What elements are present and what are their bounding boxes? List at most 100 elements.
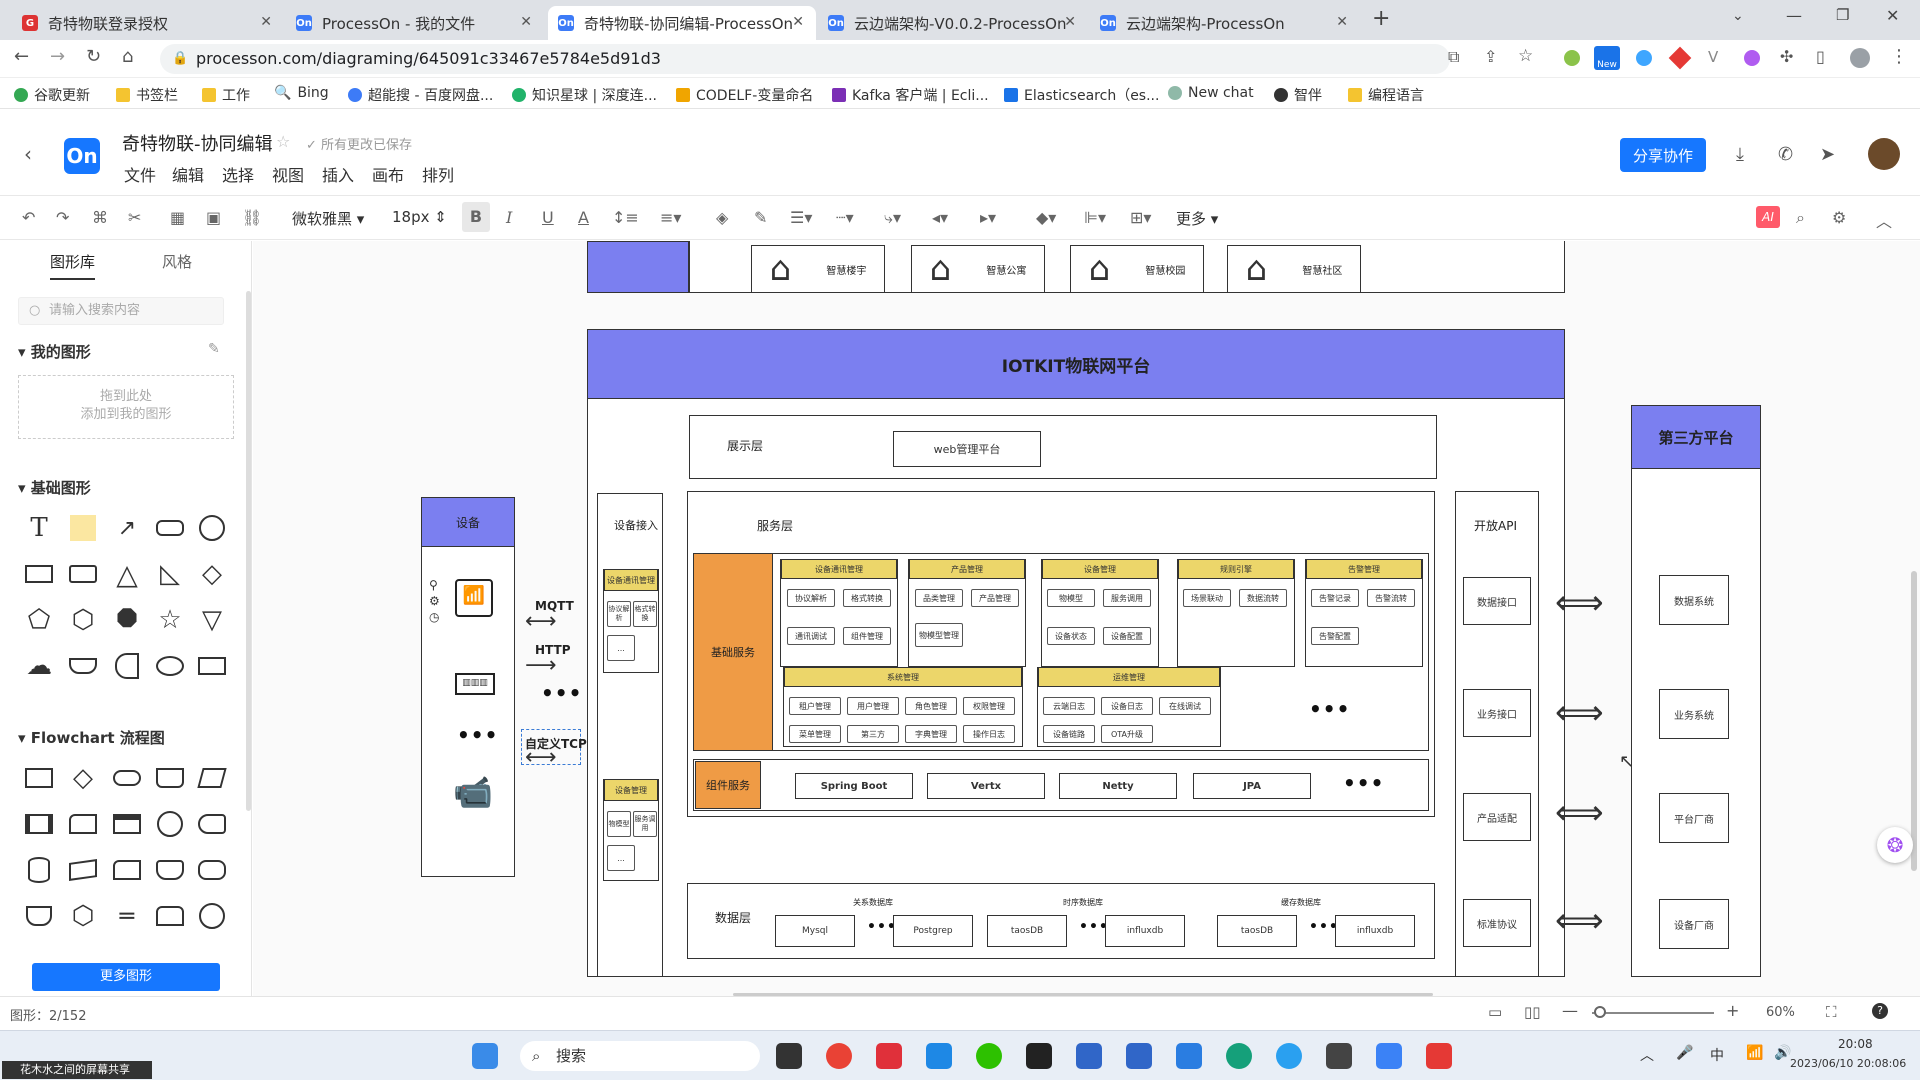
process-shape-icon[interactable]	[25, 768, 53, 788]
browser-tab[interactable]: On 云边端架构-V0.0.2-ProcessOn ✕	[818, 6, 1088, 40]
format-painter-icon[interactable]: ⌘	[92, 208, 108, 227]
module-item[interactable]: 物模型	[1047, 589, 1095, 607]
browser-tab[interactable]: G 奇特物联登录授权 ✕	[12, 6, 284, 40]
star-shape-icon[interactable]: ☆	[155, 605, 185, 635]
module-item[interactable]: 操作日志	[963, 725, 1015, 743]
internal-storage-shape-icon[interactable]	[113, 814, 141, 834]
volume-icon[interactable]: 🔊	[1774, 1045, 1791, 1061]
predefined-shape-icon[interactable]	[25, 814, 53, 834]
menu-canvas[interactable]: 画布	[372, 162, 404, 186]
collapse-toolbar-icon[interactable]: ︿	[1876, 208, 1892, 232]
forward-icon[interactable]: →	[50, 46, 65, 67]
zoom-slider-handle[interactable]	[1594, 1006, 1606, 1018]
chat-app-icon[interactable]	[1276, 1043, 1302, 1069]
line-style-icon[interactable]: ┈▾	[836, 208, 854, 227]
table-icon[interactable]: ▦	[170, 208, 185, 227]
access-item[interactable]: 物模型	[607, 811, 631, 837]
extension-icon[interactable]	[1668, 46, 1692, 70]
module-title[interactable]: 告警管理	[1306, 559, 1422, 579]
cloud-shape-icon[interactable]: ☁	[24, 651, 54, 681]
close-icon[interactable]: ✕	[1064, 14, 1076, 30]
zoom-slider[interactable]	[1592, 1012, 1714, 1014]
edge-dev-icon[interactable]	[1226, 1043, 1252, 1069]
puzzle-icon[interactable]: ✣	[1780, 47, 1793, 66]
menu-arrange[interactable]: 排列	[422, 162, 454, 186]
alt-process-shape-icon[interactable]	[198, 860, 226, 880]
wifi-icon[interactable]: 📶	[1746, 1045, 1763, 1061]
star-icon[interactable]: ☆	[276, 132, 290, 151]
module-item[interactable]: 格式转换	[843, 589, 891, 607]
text-shape-icon[interactable]: T	[24, 513, 54, 543]
bookmark-item[interactable]: 智伴	[1274, 85, 1322, 105]
module-item[interactable]: 第三方	[847, 725, 899, 743]
api-item[interactable]: 业务接口	[1463, 689, 1531, 737]
fullscreen-icon[interactable]: ⛶	[1826, 1003, 1837, 1021]
octagon-shape-icon[interactable]: ⯃	[112, 605, 142, 635]
module-title[interactable]: 系统管理	[784, 667, 1022, 687]
component-netty[interactable]: Netty	[1059, 773, 1177, 799]
terminal-icon[interactable]	[1326, 1043, 1352, 1069]
access-ellipsis[interactable]: ...	[607, 845, 635, 871]
third-party-item[interactable]: 平台厂商	[1659, 793, 1729, 843]
rect2-shape-icon[interactable]	[69, 565, 97, 583]
user-avatar[interactable]	[1868, 138, 1900, 170]
ai-assistant-icon[interactable]: ❂	[1877, 827, 1913, 863]
rect-shape-icon[interactable]	[25, 565, 53, 583]
decision-shape-icon[interactable]: ◇	[68, 763, 98, 793]
app-box-smart-building[interactable]: ⌂ 智慧楼宇	[751, 245, 885, 293]
punched-card-shape-icon[interactable]	[113, 860, 141, 880]
module-item[interactable]: 字典管理	[905, 725, 957, 743]
module-item[interactable]: 在线调试	[1159, 697, 1211, 715]
module-item[interactable]: 告警流转	[1367, 589, 1415, 607]
font-family-select[interactable]: 微软雅黑 ▾	[292, 208, 364, 229]
sidepanel-icon[interactable]: ▯	[1816, 47, 1825, 66]
web-admin-platform[interactable]: web管理平台	[893, 431, 1041, 467]
extension-icon[interactable]	[1636, 50, 1652, 66]
manual-op-shape-icon[interactable]	[26, 906, 52, 926]
sidebar-scrollbar[interactable]	[246, 291, 251, 811]
font-size-select[interactable]: 18px ⇕	[392, 208, 447, 226]
api-item[interactable]: 标准协议	[1463, 899, 1531, 947]
or-shape-icon[interactable]	[199, 903, 225, 929]
third-party-header[interactable]: 第三方平台	[1631, 405, 1761, 469]
more-shapes-button[interactable]: 更多图形	[32, 963, 220, 991]
module-item[interactable]: 产品管理	[971, 589, 1019, 607]
drop-zone[interactable]: 拖到此处 添加到我的图形	[18, 375, 234, 439]
bold-button[interactable]: B	[462, 202, 490, 232]
diagram-canvas[interactable]: ⌂ 智慧楼宇 ⌂ 智慧公寓 ⌂ 智慧校园 ⌂ 智慧社区 IOTKIT物联网平台 展示层 …	[253, 241, 1920, 996]
intellij-icon[interactable]	[876, 1043, 902, 1069]
diamond-shape-icon[interactable]: ◇	[197, 559, 227, 589]
bookmark-item[interactable]: CODELF-变量命名	[676, 85, 813, 105]
document-shape-icon[interactable]	[156, 768, 184, 788]
preparation-shape-icon[interactable]: ⬡	[68, 901, 98, 931]
new-extension-icon[interactable]: New	[1594, 46, 1620, 70]
image-icon[interactable]: ▣	[206, 208, 221, 227]
wps-icon[interactable]	[1426, 1043, 1452, 1069]
arrow-start-icon[interactable]: ◂▾	[932, 208, 948, 227]
db-taosdb-cache[interactable]: taosDB	[1217, 915, 1297, 947]
bookmark-item[interactable]: 谷歌更新	[14, 85, 90, 105]
align-shapes-icon[interactable]: ⊫▾	[1084, 208, 1106, 227]
module-item[interactable]: 权限管理	[963, 697, 1015, 715]
feishu-icon[interactable]	[1376, 1043, 1402, 1069]
font-color-button[interactable]: A	[578, 208, 589, 227]
minimize-icon[interactable]: —	[1786, 6, 1802, 25]
taskbar-search[interactable]: ⌕ 搜索	[520, 1041, 760, 1071]
italic-button[interactable]: I	[506, 208, 512, 227]
module-item[interactable]: 设备日志	[1101, 697, 1153, 715]
access-item[interactable]: 格式转换	[633, 601, 657, 627]
purple-block[interactable]	[587, 241, 689, 293]
menu-insert[interactable]: 插入	[322, 162, 354, 186]
banner-shape-icon[interactable]	[69, 658, 97, 674]
close-icon[interactable]: ✕	[520, 14, 532, 30]
menu-select[interactable]: 选择	[222, 162, 254, 186]
zoom-level[interactable]: 60%	[1766, 1005, 1795, 1020]
app-icon[interactable]	[1026, 1043, 1052, 1069]
bookmark-item[interactable]: 书签栏	[116, 85, 178, 105]
book-icon[interactable]: ▯▯	[1524, 1003, 1541, 1021]
clear-format-icon[interactable]: ✂	[128, 208, 141, 227]
access-item[interactable]: 协议解析	[607, 601, 631, 627]
line-shape-icon[interactable]: ↗	[112, 513, 142, 543]
url-input[interactable]: 🔒 processon.com/diagraming/645091c33467e5…	[160, 44, 1450, 74]
module-item[interactable]: 用户管理	[847, 697, 899, 715]
